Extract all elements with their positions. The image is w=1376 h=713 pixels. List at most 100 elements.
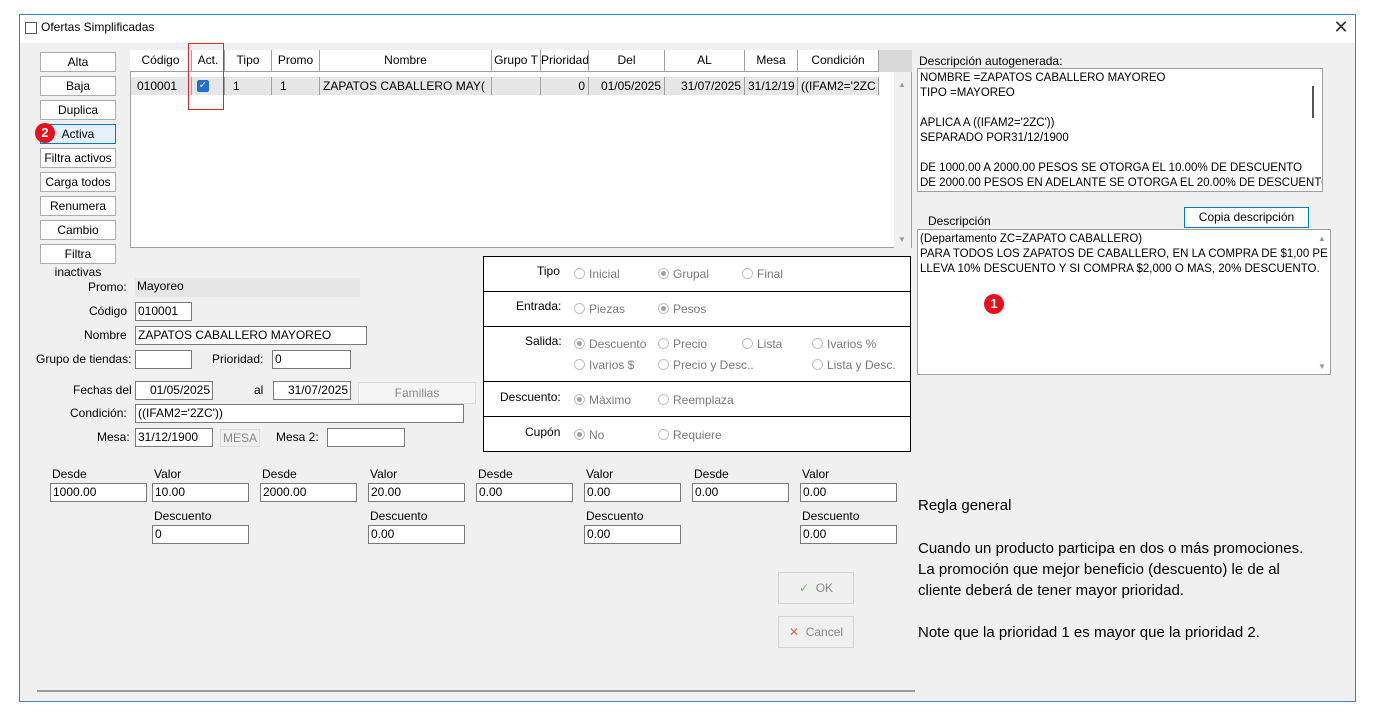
desde-label: Desde <box>52 467 87 481</box>
fechas-label: Fechas del <box>73 383 132 397</box>
carga-todos-button[interactable]: Carga todos <box>40 172 116 192</box>
col-header-nombre[interactable]: Nombre <box>320 50 492 72</box>
close-button[interactable]: ✕ <box>1331 16 1351 38</box>
x-icon: ✕ <box>788 625 800 639</box>
radio-salida-precio[interactable]: Precio <box>658 337 707 351</box>
nombre-field[interactable]: ZAPATOS CABALLERO MAYOREO <box>135 326 367 345</box>
prioridad-field[interactable]: 0 <box>272 350 351 369</box>
mesa2-field[interactable] <box>327 428 405 447</box>
descuento-range-label: Descuento <box>370 509 428 523</box>
col-header-mesa[interactable]: Mesa <box>745 50 798 72</box>
valor-field-4[interactable]: 0.00 <box>800 483 897 502</box>
desde-field-4[interactable]: 0.00 <box>692 483 789 502</box>
valor-label: Valor <box>370 467 398 481</box>
cancel-button[interactable]: ✕ Cancel <box>778 616 854 648</box>
cell-mesa[interactable]: 31/12/19 <box>745 77 798 95</box>
copia-descripcion-button[interactable]: Copia descripción <box>1184 207 1309 228</box>
promo-field[interactable]: Mayoreo <box>135 278 360 297</box>
col-header-prioridad[interactable]: Prioridad <box>541 50 589 72</box>
scroll-up-icon[interactable]: ▲ <box>1318 234 1326 243</box>
radio-salida-ivarios-dollar[interactable]: Ivarios $ <box>574 358 634 372</box>
col-header-del[interactable]: Del <box>589 50 665 72</box>
mesa-button[interactable]: MESA <box>220 429 260 447</box>
valor-field-1[interactable]: 10.00 <box>152 483 249 502</box>
radio-entrada-pesos[interactable]: Pesos <box>658 302 706 316</box>
step-badge-1: 1 <box>984 294 1004 314</box>
step-badge-2: 2 <box>35 123 55 143</box>
cell-nombre[interactable]: ZAPATOS CABALLERO MAY( <box>320 77 492 95</box>
descripcion-label: Descripción <box>928 214 991 228</box>
desc-auto-text[interactable]: NOMBRE =ZAPATOS CABALLERO MAYOREO TIPO =… <box>917 68 1323 192</box>
familias-button[interactable]: Familias <box>358 382 476 404</box>
valor-field-2[interactable]: 20.00 <box>368 483 465 502</box>
radio-salida-descuento[interactable]: Descuento <box>574 337 646 351</box>
fecha-del-field[interactable]: 01/05/2025 <box>135 381 213 400</box>
radio-salida-lista[interactable]: Lista <box>742 337 782 351</box>
radio-descuento-reemplaza[interactable]: Reemplaza <box>658 393 734 407</box>
filtra-inactivas-button[interactable]: Filtra inactivas <box>40 244 116 279</box>
note-line: Note que la prioridad 1 es mayor que la … <box>918 624 1260 641</box>
col-header-codigo[interactable]: Código <box>130 50 192 72</box>
cell-al[interactable]: 31/07/2025 <box>665 77 745 95</box>
valor-label: Valor <box>154 467 182 481</box>
radio-entrada-piezas[interactable]: Piezas <box>574 302 625 316</box>
grupo-tiendas-field[interactable] <box>135 350 192 369</box>
radio-salida-lista-desc[interactable]: Lista y Desc. <box>812 358 896 372</box>
descuento-field-4[interactable]: 0.00 <box>800 525 897 544</box>
condicion-field[interactable]: ((IFAM2='2ZC')) <box>135 404 464 423</box>
alta-button[interactable]: Alta <box>40 52 116 72</box>
entrada-label: Entrada: <box>516 299 562 313</box>
ok-button[interactable]: ✓ OK <box>778 572 854 604</box>
valor-field-3[interactable]: 0.00 <box>584 483 681 502</box>
scroll-down-icon[interactable]: ▼ <box>898 235 906 244</box>
scroll-up-icon[interactable]: ▲ <box>898 80 906 89</box>
cell-tipo[interactable]: 1 <box>225 77 272 95</box>
cambio-button[interactable]: Cambio <box>40 220 116 240</box>
descuento-field-3[interactable]: 0.00 <box>584 525 681 544</box>
cell-condicion[interactable]: ((IFAM2='2ZC <box>798 77 879 95</box>
mesa-field[interactable]: 31/12/1900 <box>135 428 213 447</box>
radio-tipo-final[interactable]: Final <box>742 267 783 281</box>
scroll-down-icon[interactable]: ▼ <box>1318 362 1326 371</box>
desde-field-1[interactable]: 1000.00 <box>50 483 147 502</box>
radio-salida-ivarios-pct[interactable]: Ivarios % <box>812 337 876 351</box>
desde-field-2[interactable]: 2000.00 <box>260 483 357 502</box>
filtra-activos-button[interactable]: Filtra activos <box>40 148 116 168</box>
options-divider <box>484 291 910 292</box>
desc-auto-scroll-thumb[interactable] <box>1312 86 1314 118</box>
col-header-promo[interactable]: Promo <box>272 50 320 72</box>
renumera-button[interactable]: Renumera <box>40 196 116 216</box>
codigo-field[interactable]: 010001 <box>135 302 192 321</box>
grid-vertical-scrollbar[interactable] <box>894 72 911 248</box>
fecha-al-field[interactable]: 31/07/2025 <box>273 381 351 400</box>
desde-field-3[interactable]: 0.00 <box>476 483 573 502</box>
col-header-grupo[interactable]: Grupo T <box>492 50 541 72</box>
horizontal-scrollbar[interactable] <box>37 690 915 692</box>
descuento-field-1[interactable]: 0 <box>152 525 249 544</box>
col-header-al[interactable]: AL <box>665 50 745 72</box>
promo-label: Promo: <box>88 280 127 294</box>
baja-button[interactable]: Baja <box>40 76 116 96</box>
cell-grupo[interactable] <box>492 77 541 95</box>
radio-cupon-requiere[interactable]: Requiere <box>658 428 722 442</box>
prioridad-label: Prioridad: <box>212 352 264 366</box>
radio-salida-precio-desc[interactable]: Precio y Desc.. <box>658 358 754 372</box>
salida-label: Salida: <box>525 334 562 348</box>
col-header-tipo[interactable]: Tipo <box>225 50 272 72</box>
descripcion-text[interactable]: (Departamento ZC=ZAPATO CABALLERO) PARA … <box>917 229 1331 375</box>
duplica-button[interactable]: Duplica <box>40 100 116 120</box>
title-bar <box>20 15 1355 43</box>
radio-tipo-grupal[interactable]: Grupal <box>658 267 709 281</box>
radio-cupon-no[interactable]: No <box>574 428 604 442</box>
descuento-field-2[interactable]: 0.00 <box>368 525 465 544</box>
col-header-condicion[interactable]: Condición <box>798 50 879 72</box>
cell-prioridad[interactable]: 0 <box>541 77 589 95</box>
radio-tipo-inicial[interactable]: Inicial <box>574 267 620 281</box>
cell-codigo[interactable]: 010001 <box>131 77 192 95</box>
options-panel <box>483 256 911 452</box>
mesa-label: Mesa: <box>97 430 130 444</box>
desde-label: Desde <box>694 467 729 481</box>
cell-promo[interactable]: 1 <box>272 77 320 95</box>
cell-del[interactable]: 01/05/2025 <box>589 77 665 95</box>
radio-descuento-maximo[interactable]: Máximo <box>574 393 631 407</box>
